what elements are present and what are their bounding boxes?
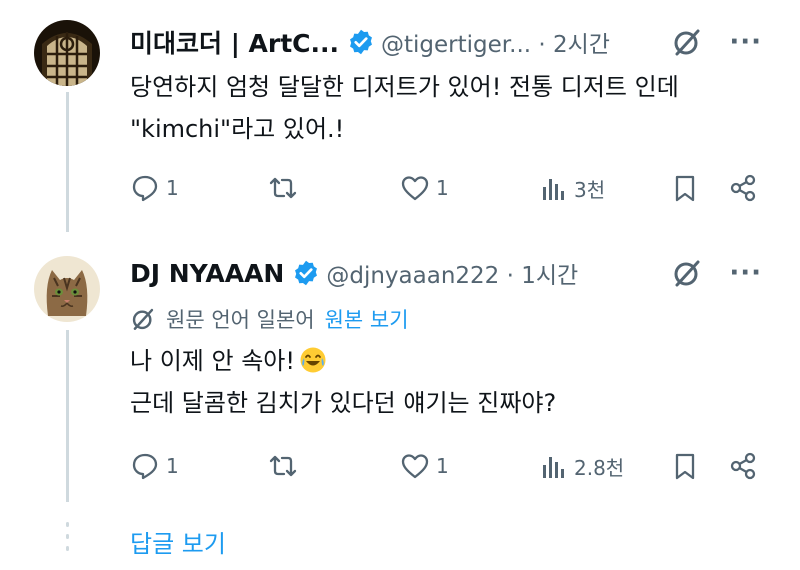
- action-bar: 1 1 2.8천: [130, 446, 770, 486]
- heart-icon: [401, 176, 429, 201]
- thread-line: [66, 330, 69, 502]
- thread-dot: [66, 546, 69, 551]
- tweet-text-line: 당연하지 엄청 달달한 디저트가 있어! 전통 디저트 인데: [130, 73, 679, 101]
- tweet-text: 나 이제 안 속아! 근데 달콤한 김치가 있다던 얘기는 진짜야?: [130, 340, 556, 424]
- views-icon: [543, 457, 564, 478]
- share-button[interactable]: [728, 168, 758, 208]
- repost-icon: [269, 177, 297, 199]
- translation-notice: 원문 언어 일본어 원본 보기: [130, 304, 409, 334]
- repost-button[interactable]: [268, 168, 298, 208]
- reply-button[interactable]: 1: [130, 446, 179, 486]
- repost-icon: [269, 455, 297, 477]
- like-button[interactable]: 1: [400, 446, 449, 486]
- reply-icon: [132, 175, 158, 202]
- bookmark-button[interactable]: [670, 446, 700, 486]
- translate-language-text: 원문 언어 일본어: [166, 308, 315, 332]
- handle-and-time[interactable]: @tigertiger... · 2시간: [381, 25, 610, 59]
- display-name[interactable]: DJ NYAAAN: [130, 259, 284, 288]
- tweet-text-line: 근데 달콤한 김치가 있다던 얘기는 진짜야?: [130, 389, 557, 417]
- handle-and-time[interactable]: @djnyaaan222 · 1시간: [326, 256, 578, 290]
- tears-of-joy-emoji-icon: [300, 347, 326, 373]
- action-bar: 1 1 3천: [130, 168, 770, 208]
- display-name[interactable]: 미대코더 | ArtC...: [130, 24, 339, 60]
- grok-icon[interactable]: [671, 26, 703, 58]
- view-count: 3천: [574, 177, 606, 202]
- views-icon: [543, 179, 564, 200]
- stained-glass-icon: [34, 20, 100, 86]
- thread-line: [66, 92, 69, 232]
- bookmark-button[interactable]: [670, 168, 700, 208]
- cat-avatar-icon: [34, 256, 100, 322]
- show-replies-link[interactable]: 답글 보기: [130, 524, 226, 559]
- share-icon: [730, 452, 756, 480]
- like-button[interactable]: 1: [400, 168, 449, 208]
- tweet-header: DJ NYAAAN @djnyaaan222 · 1시간: [130, 255, 578, 291]
- reply-button[interactable]: 1: [130, 168, 179, 208]
- translate-icon: [132, 308, 154, 330]
- thread-dot: [66, 522, 69, 527]
- tweet-header: 미대코더 | ArtC... @tigertiger... · 2시간: [130, 24, 610, 60]
- heart-icon: [401, 454, 429, 479]
- grok-icon[interactable]: [671, 257, 703, 289]
- reply-count: 1: [166, 176, 179, 200]
- share-button[interactable]: [728, 446, 758, 486]
- tweet-text-line: 나 이제 안 속아!: [130, 347, 295, 375]
- reply-icon: [132, 453, 158, 480]
- bookmark-icon: [675, 453, 695, 480]
- views-button[interactable]: 2.8천: [538, 446, 624, 486]
- views-button[interactable]: 3천: [538, 168, 605, 208]
- bookmark-icon: [675, 175, 695, 202]
- like-count: 1: [436, 454, 449, 478]
- tweet-text: 당연하지 엄청 달달한 디저트가 있어! 전통 디저트 인데 "kimchi"라…: [130, 66, 679, 150]
- more-options-icon[interactable]: ···: [729, 29, 762, 55]
- view-original-link[interactable]: 원본 보기: [325, 304, 409, 334]
- share-icon: [730, 174, 756, 202]
- thread-dot: [66, 534, 69, 539]
- reply-count: 1: [166, 454, 179, 478]
- repost-button[interactable]: [268, 446, 298, 486]
- avatar-cat[interactable]: [34, 256, 100, 322]
- verified-badge-icon: [295, 260, 318, 286]
- view-count: 2.8천: [574, 455, 625, 480]
- tweet-text-line: "kimchi"라고 있어.!: [130, 115, 345, 143]
- avatar-stained-glass[interactable]: [34, 20, 100, 86]
- more-options-icon[interactable]: ···: [729, 260, 762, 286]
- like-count: 1: [436, 176, 449, 200]
- verified-badge-icon: [350, 29, 372, 55]
